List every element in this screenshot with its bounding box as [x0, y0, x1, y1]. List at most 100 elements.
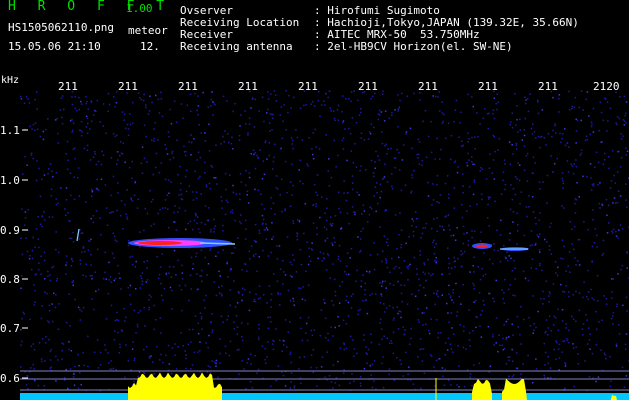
noise-pixel: [575, 118, 577, 121]
noise-pixel: [94, 150, 96, 153]
noise-pixel: [576, 260, 579, 262]
noise-pixel: [473, 230, 476, 233]
noise-pixel: [550, 222, 552, 225]
noise-pixel: [415, 226, 417, 228]
noise-pixel: [174, 205, 176, 207]
noise-pixel: [530, 230, 533, 232]
noise-pixel: [279, 114, 281, 116]
noise-pixel: [116, 311, 118, 314]
noise-pixel: [56, 117, 58, 120]
noise-pixel: [35, 91, 38, 93]
noise-pixel: [184, 284, 187, 287]
noise-pixel: [369, 206, 371, 208]
meteor-echo-core: [138, 241, 182, 245]
noise-pixel: [537, 310, 539, 313]
noise-pixel: [89, 128, 91, 130]
noise-pixel: [137, 92, 140, 94]
noise-pixel: [169, 286, 172, 289]
noise-pixel: [593, 298, 595, 301]
noise-pixel: [339, 347, 342, 349]
noise-pixel: [271, 117, 274, 119]
noise-pixel: [249, 353, 252, 355]
noise-pixel: [523, 145, 526, 147]
noise-pixel: [393, 317, 395, 319]
noise-pixel: [165, 272, 168, 275]
noise-pixel: [137, 198, 139, 200]
noise-pixel: [48, 321, 50, 324]
noise-pixel: [82, 274, 84, 276]
noise-pixel: [453, 256, 455, 259]
noise-pixel: [447, 267, 450, 269]
noise-pixel: [225, 188, 227, 191]
noise-pixel: [591, 183, 594, 186]
noise-pixel: [530, 127, 533, 130]
noise-pixel: [292, 139, 294, 142]
noise-pixel: [226, 262, 228, 265]
noise-pixel: [173, 249, 176, 252]
noise-pixel: [246, 362, 249, 364]
noise-pixel: [578, 106, 581, 109]
noise-pixel: [532, 382, 534, 384]
noise-pixel: [114, 235, 116, 238]
noise-pixel: [134, 357, 136, 360]
noise-pixel: [492, 112, 494, 115]
noise-pixel: [32, 236, 34, 239]
noise-pixel: [516, 212, 518, 214]
noise-pixel: [561, 177, 563, 180]
noise-pixel: [245, 219, 247, 222]
app-version: 1.00: [126, 2, 153, 15]
noise-pixel: [306, 241, 308, 244]
noise-pixel: [370, 333, 372, 336]
noise-pixel: [486, 113, 489, 115]
noise-pixel: [241, 360, 244, 362]
noise-pixel: [180, 288, 183, 291]
noise-pixel: [118, 272, 120, 275]
noise-pixel: [566, 160, 569, 162]
noise-pixel: [460, 303, 462, 305]
noise-pixel: [377, 118, 380, 121]
noise-pixel: [244, 263, 247, 265]
noise-pixel: [275, 186, 278, 189]
noise-pixel: [539, 136, 542, 138]
noise-pixel: [162, 299, 164, 301]
noise-pixel: [302, 286, 304, 288]
noise-pixel: [98, 189, 100, 191]
noise-pixel: [616, 305, 618, 308]
noise-pixel: [124, 161, 126, 163]
noise-pixel: [425, 323, 427, 326]
noise-pixel: [148, 294, 151, 296]
x-tick-label: 211: [58, 80, 78, 93]
noise-pixel: [222, 135, 224, 138]
noise-pixel: [117, 319, 120, 322]
noise-pixel: [616, 116, 619, 118]
noise-pixel: [580, 149, 583, 151]
noise-pixel: [139, 231, 141, 233]
noise-pixel: [312, 132, 314, 134]
noise-pixel: [406, 303, 409, 305]
noise-pixel: [190, 288, 192, 290]
noise-pixel: [102, 154, 105, 156]
noise-pixel: [113, 96, 115, 98]
noise-pixel: [122, 142, 125, 145]
noise-pixel: [387, 148, 389, 150]
noise-pixel: [172, 156, 175, 159]
noise-pixel: [442, 375, 444, 378]
noise-pixel: [215, 177, 217, 179]
noise-pixel: [401, 92, 403, 95]
noise-pixel: [480, 166, 482, 169]
noise-pixel: [138, 246, 141, 248]
noise-pixel: [254, 98, 256, 101]
noise-pixel: [253, 126, 256, 128]
noise-pixel: [544, 238, 546, 241]
noise-pixel: [20, 344, 22, 346]
noise-pixel: [200, 249, 203, 252]
noise-pixel: [553, 163, 556, 165]
noise-pixel: [161, 115, 164, 118]
noise-pixel: [371, 386, 374, 389]
noise-pixel: [51, 320, 54, 323]
noise-pixel: [587, 298, 590, 301]
signal-histogram: [128, 372, 222, 400]
noise-pixel: [547, 133, 550, 135]
noise-pixel: [208, 150, 211, 152]
noise-pixel: [531, 196, 534, 198]
